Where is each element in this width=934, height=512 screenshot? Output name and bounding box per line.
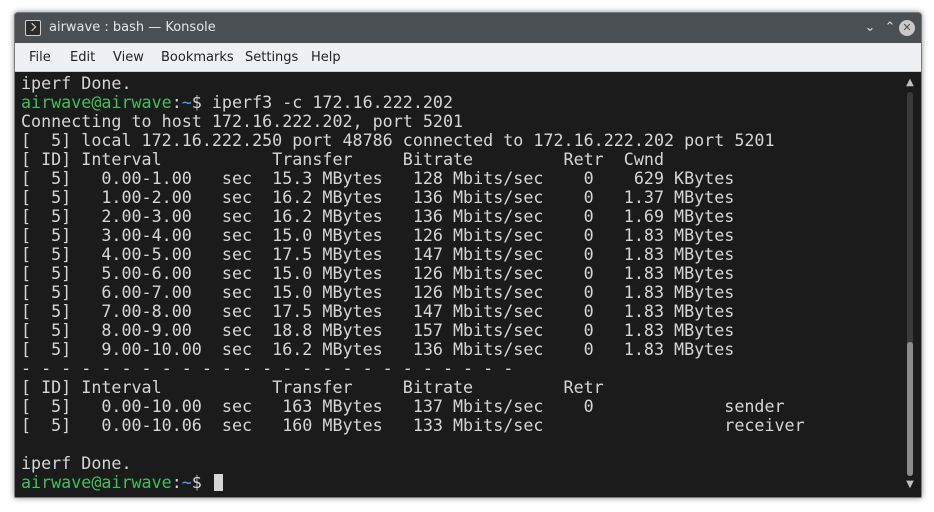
- output-line: [ ID] Interval Transfer Bitrate Retr: [21, 377, 604, 397]
- minimize-button[interactable]: ⌄: [861, 19, 879, 37]
- menu-settings[interactable]: Settings: [245, 50, 298, 65]
- maximize-button[interactable]: ⌃: [881, 19, 899, 37]
- prompt-user-host: airwave@airwave: [21, 472, 172, 492]
- output-line: [ 5] 2.00-3.00 sec 16.2 MBytes 136 Mbits…: [21, 206, 735, 226]
- output-line: [ 5] 4.00-5.00 sec 17.5 MBytes 147 Mbits…: [21, 244, 735, 264]
- text-cursor: [213, 474, 223, 491]
- output-line: [ 5] 1.00-2.00 sec 16.2 MBytes 136 Mbits…: [21, 187, 735, 207]
- scroll-thumb[interactable]: [907, 342, 913, 476]
- scrollbar[interactable]: ▲ ▼: [903, 72, 917, 497]
- chevron-up-icon[interactable]: ▲: [905, 78, 915, 88]
- terminal-area[interactable]: iperf Done. airwave@airwave:~$ iperf3 -c …: [15, 72, 921, 497]
- output-line: [ 5] 6.00-7.00 sec 15.0 MBytes 126 Mbits…: [21, 282, 735, 302]
- command-text: iperf3 -c 172.16.222.202: [211, 92, 454, 112]
- terminal-icon: [25, 20, 41, 36]
- output-line: [ 5] 5.00-6.00 sec 15.0 MBytes 126 Mbits…: [21, 263, 735, 283]
- menu-edit[interactable]: Edit: [70, 50, 95, 65]
- prompt-separator: :: [171, 92, 182, 112]
- title-bar[interactable]: airwave : bash — Konsole ⌄ ⌃ ✕: [15, 13, 921, 43]
- output-line: Connecting to host 172.16.222.202, port …: [21, 111, 464, 131]
- prompt-symbol: $: [191, 92, 212, 112]
- output-line: [ 5] local 172.16.222.250 port 48786 con…: [21, 130, 775, 150]
- prompt-path: ~: [181, 92, 192, 112]
- window-title: airwave : bash — Konsole: [49, 20, 216, 35]
- menu-view[interactable]: View: [113, 50, 144, 65]
- scroll-track[interactable]: [907, 92, 913, 476]
- output-line: [ 5] 9.00-10.00 sec 16.2 MBytes 136 Mbit…: [21, 339, 735, 359]
- chevron-down-icon[interactable]: ▼: [905, 480, 915, 490]
- menu-help[interactable]: Help: [311, 50, 341, 65]
- menu-bookmarks[interactable]: Bookmarks: [161, 50, 234, 65]
- output-line: [ 5] 7.00-8.00 sec 17.5 MBytes 147 Mbits…: [21, 301, 735, 321]
- prompt-line: airwave@airwave:~$: [21, 473, 805, 492]
- output-line: [ 5] 0.00-10.00 sec 163 MBytes 137 Mbits…: [21, 396, 785, 416]
- prompt-path: ~: [181, 472, 192, 492]
- output-line: [ 5] 0.00-10.06 sec 160 MBytes 133 Mbits…: [21, 415, 805, 435]
- prompt-user-host: airwave@airwave: [21, 92, 172, 112]
- output-line: [ 5] 8.00-9.00 sec 18.8 MBytes 157 Mbits…: [21, 320, 735, 340]
- menu-bar: File Edit View Bookmarks Settings Help: [15, 43, 921, 72]
- prompt-symbol: $: [191, 472, 212, 492]
- output-line: - - - - - - - - - - - - - - - - - - - - …: [21, 358, 514, 378]
- output-line: iperf Done.: [21, 73, 132, 93]
- prompt-line: airwave@airwave:~$ iperf3 -c 172.16.222.…: [21, 93, 805, 112]
- close-button[interactable]: ✕: [899, 20, 915, 36]
- output-line: [ 5] 3.00-4.00 sec 15.0 MBytes 126 Mbits…: [21, 225, 735, 245]
- output-line: iperf Done.: [21, 453, 132, 473]
- menu-file[interactable]: File: [29, 50, 51, 65]
- output-line: [ 5] 0.00-1.00 sec 15.3 MBytes 128 Mbits…: [21, 168, 735, 188]
- konsole-window: airwave : bash — Konsole ⌄ ⌃ ✕ File Edit…: [14, 12, 922, 498]
- output-line: [ ID] Interval Transfer Bitrate Retr Cwn…: [21, 149, 664, 169]
- prompt-separator: :: [171, 472, 182, 492]
- terminal-output: iperf Done. airwave@airwave:~$ iperf3 -c …: [21, 74, 805, 492]
